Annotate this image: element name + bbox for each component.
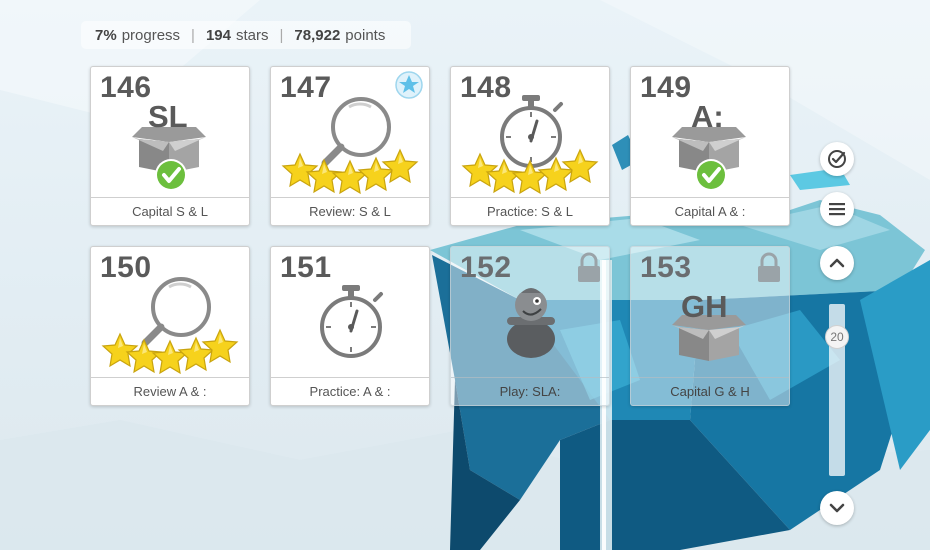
- lesson-card-147[interactable]: 147 Review: S & L: [270, 66, 430, 226]
- lesson-card-153[interactable]: 153 GH Capital G & H: [630, 246, 790, 406]
- lesson-card-152[interactable]: 152 Play: SLA:: [450, 246, 610, 406]
- lesson-card-149[interactable]: 149 A: Capital A & :: [630, 66, 790, 226]
- scroll-thumb[interactable]: 20: [825, 325, 849, 349]
- scroll-down-button[interactable]: [820, 491, 854, 525]
- lesson-caption: Capital A & :: [631, 197, 789, 225]
- lesson-card-151[interactable]: 151 Practice: A & :: [270, 246, 430, 406]
- lesson-caption: Review: S & L: [271, 197, 429, 225]
- progress-label: progress: [121, 26, 181, 44]
- lesson-caption: Review A & :: [91, 377, 249, 405]
- lesson-caption: Practice: S & L: [451, 197, 609, 225]
- chevron-up-icon: [829, 258, 845, 268]
- stopwatch-icon: [320, 283, 383, 358]
- five-stars-rating: [271, 67, 431, 199]
- scroll-up-button[interactable]: [820, 246, 854, 280]
- divider: |: [279, 26, 284, 44]
- five-stars-rating: [451, 67, 611, 199]
- target-check-icon: [828, 150, 846, 168]
- stars-value: 194: [205, 26, 231, 44]
- five-stars-rating: [91, 247, 251, 379]
- points-value: 78,922: [294, 26, 341, 44]
- lesson-card-146[interactable]: 146 SL Capital S & L: [90, 66, 250, 226]
- lesson-caption: Capital S & L: [91, 197, 249, 225]
- box-label: GH: [681, 289, 728, 324]
- lesson-caption: Practice: A & :: [271, 377, 429, 405]
- checkmark-icon: [153, 157, 189, 193]
- lesson-caption: Play: SLA:: [451, 377, 609, 405]
- lesson-caption: Capital G & H: [631, 377, 789, 405]
- chevron-down-icon: [829, 503, 845, 513]
- points-label: points: [345, 26, 386, 44]
- stats-bar: 7% progress | 194 stars | 78,922 points: [81, 21, 411, 49]
- hamburger-icon: [829, 203, 845, 216]
- progress-value: 7%: [95, 26, 117, 44]
- goal-check-button[interactable]: [820, 142, 854, 176]
- divider: |: [191, 26, 195, 44]
- checkmark-icon: [693, 157, 729, 193]
- menu-button[interactable]: [820, 192, 854, 226]
- lesson-card-148[interactable]: 148 Practice: S & L: [450, 66, 610, 226]
- lesson-card-150[interactable]: 150 Review A & :: [90, 246, 250, 406]
- game-character-icon: [507, 288, 555, 358]
- stars-label: stars: [235, 26, 269, 44]
